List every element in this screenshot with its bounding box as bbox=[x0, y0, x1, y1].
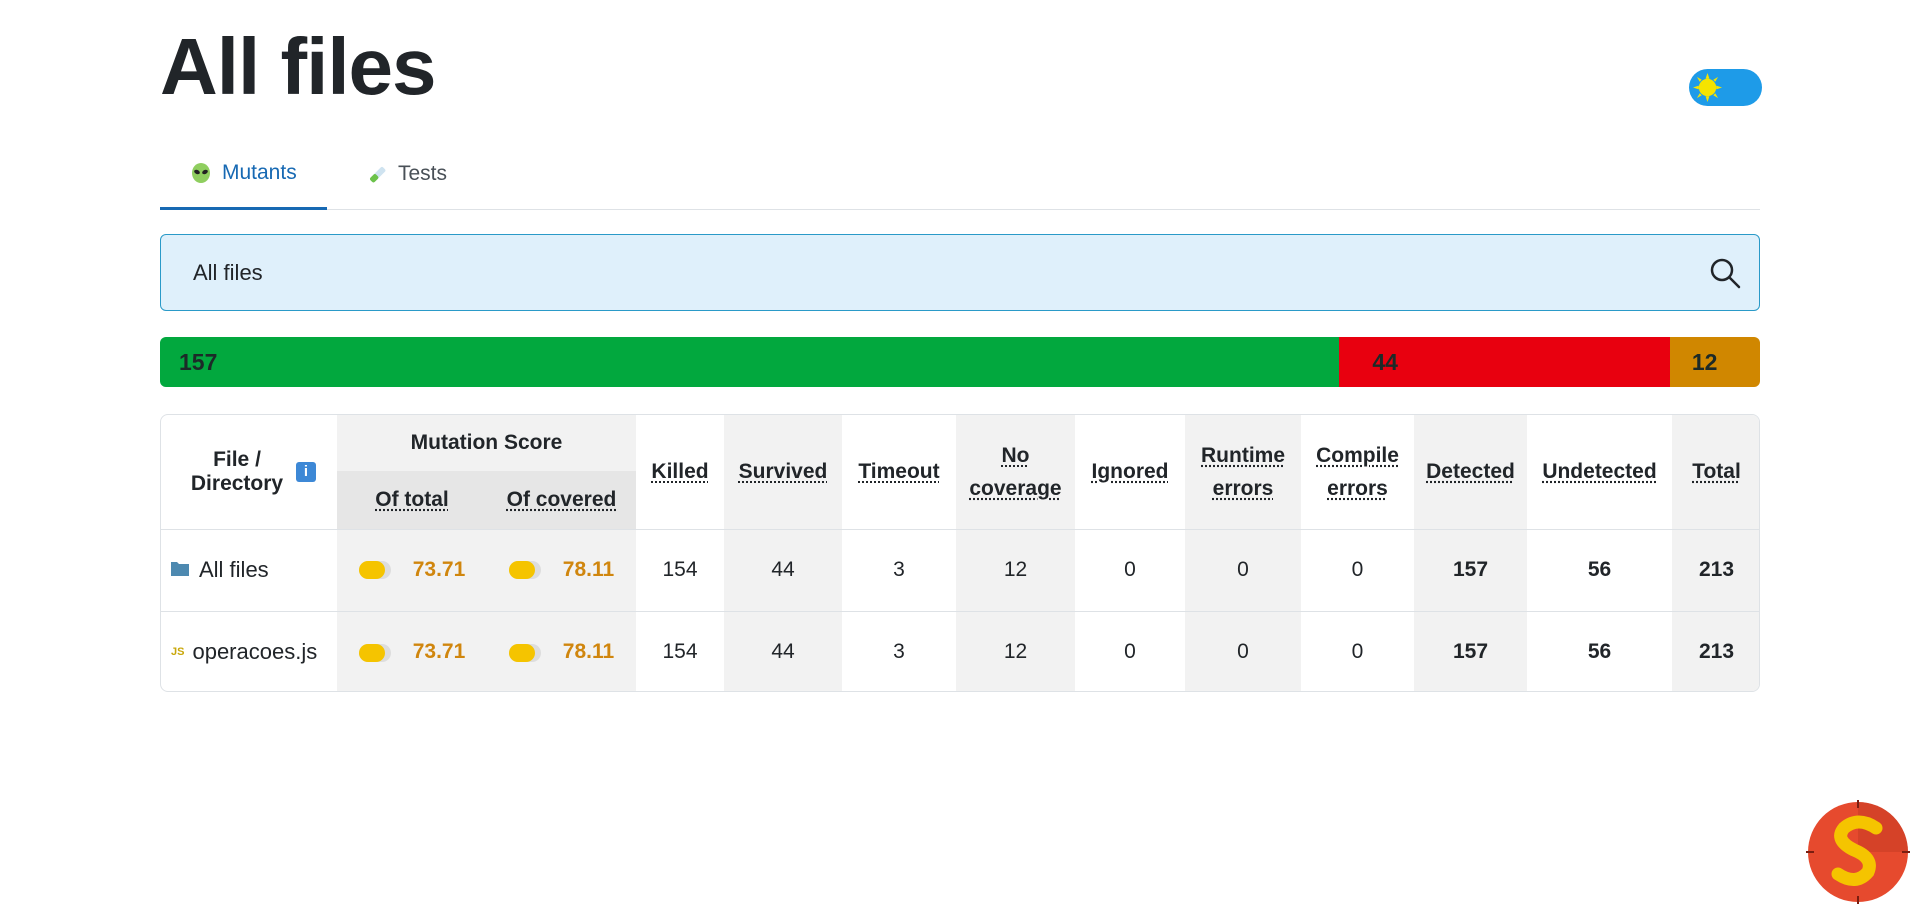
folder-icon bbox=[171, 558, 189, 582]
test-tube-icon bbox=[366, 163, 388, 185]
progress-killed-segment: 157 bbox=[160, 337, 1340, 387]
search-box bbox=[160, 234, 1760, 311]
progress-survived-segment: 44 bbox=[1339, 337, 1670, 387]
ignored-cell: 0 bbox=[1075, 528, 1185, 611]
header-file: File / Directory i bbox=[161, 415, 337, 529]
info-icon[interactable]: i bbox=[296, 461, 316, 482]
table-row[interactable]: All files 73.71 78.11 154 44 3 12 0 0 0 … bbox=[161, 528, 1759, 611]
undetected-cell: 56 bbox=[1527, 528, 1672, 611]
header-survived[interactable]: Survived bbox=[724, 415, 842, 529]
table-row[interactable]: JS operacoes.js 73.71 78.11 154 44 3 12 0… bbox=[161, 610, 1759, 691]
file-cell[interactable]: All files bbox=[161, 528, 337, 611]
header-runtime-errors[interactable]: Runtime errors bbox=[1185, 415, 1301, 529]
compile-errors-cell: 0 bbox=[1301, 610, 1414, 691]
header-timeout[interactable]: Timeout bbox=[842, 415, 956, 529]
file-name-link[interactable]: All files bbox=[199, 557, 269, 582]
header-mutation-score: Mutation Score bbox=[337, 415, 636, 471]
theme-toggle[interactable] bbox=[1689, 69, 1762, 106]
js-file-icon: JS bbox=[171, 646, 185, 659]
metrics-table-container: File / Directoryi Mutation Score Killed … bbox=[160, 414, 1760, 692]
alien-icon bbox=[190, 162, 212, 184]
runtime-errors-cell: 0 bbox=[1185, 528, 1301, 611]
undetected-cell: 56 bbox=[1527, 610, 1672, 691]
header-killed[interactable]: Killed bbox=[636, 415, 724, 529]
header-undetected[interactable]: Undetected bbox=[1527, 415, 1672, 529]
sun-icon bbox=[1693, 73, 1722, 102]
survived-cell: 44 bbox=[724, 610, 842, 691]
tab-tests[interactable]: Tests bbox=[336, 138, 477, 210]
stryker-logo-icon bbox=[1806, 800, 1910, 904]
header-of-total[interactable]: Of total bbox=[337, 471, 487, 529]
survived-cell: 44 bbox=[724, 528, 842, 611]
runtime-errors-cell: 0 bbox=[1185, 610, 1301, 691]
score-toggle[interactable] bbox=[358, 643, 391, 662]
progress-no-coverage-segment: 12 bbox=[1669, 337, 1760, 387]
total-cell: 213 bbox=[1672, 528, 1759, 611]
no-coverage-cell: 12 bbox=[956, 528, 1075, 611]
of-covered-cell: 78.11 bbox=[487, 528, 636, 611]
search-input[interactable] bbox=[191, 235, 1641, 310]
header-ignored[interactable]: Ignored bbox=[1075, 415, 1185, 529]
score-toggle[interactable] bbox=[508, 561, 541, 580]
search-icon[interactable] bbox=[1709, 257, 1741, 289]
no-coverage-cell: 12 bbox=[956, 610, 1075, 691]
header-total[interactable]: Total bbox=[1672, 415, 1759, 529]
detected-cell: 157 bbox=[1414, 528, 1527, 611]
page-title: All files bbox=[160, 22, 437, 111]
total-cell: 213 bbox=[1672, 610, 1759, 691]
file-cell[interactable]: JS operacoes.js bbox=[161, 610, 337, 691]
compile-errors-cell: 0 bbox=[1301, 528, 1414, 611]
header-no-coverage[interactable]: No coverage bbox=[956, 415, 1075, 529]
metrics-table: File / Directoryi Mutation Score Killed … bbox=[161, 415, 1759, 691]
header-file-label: File / Directory bbox=[190, 447, 284, 495]
file-name-link[interactable]: operacoes.js bbox=[192, 639, 317, 664]
header-compile-errors[interactable]: Compile errors bbox=[1301, 415, 1414, 529]
tab-mutants[interactable]: Mutants bbox=[160, 138, 327, 210]
of-covered-cell: 78.11 bbox=[487, 610, 636, 691]
score-toggle[interactable] bbox=[508, 643, 541, 662]
of-total-cell: 73.71 bbox=[337, 528, 487, 611]
header-of-covered[interactable]: Of covered bbox=[487, 471, 636, 529]
tab-bar: Mutants Tests bbox=[160, 138, 1760, 210]
mutation-progress-bar: 157 44 12 bbox=[160, 337, 1760, 387]
ignored-cell: 0 bbox=[1075, 610, 1185, 691]
of-total-cell: 73.71 bbox=[337, 610, 487, 691]
killed-cell: 154 bbox=[636, 528, 724, 611]
timeout-cell: 3 bbox=[842, 528, 956, 611]
tab-mutants-label: Mutants bbox=[222, 160, 297, 184]
timeout-cell: 3 bbox=[842, 610, 956, 691]
killed-cell: 154 bbox=[636, 610, 724, 691]
score-toggle[interactable] bbox=[358, 561, 391, 580]
header-detected[interactable]: Detected bbox=[1414, 415, 1527, 529]
tab-tests-label: Tests bbox=[398, 162, 448, 185]
detected-cell: 157 bbox=[1414, 610, 1527, 691]
